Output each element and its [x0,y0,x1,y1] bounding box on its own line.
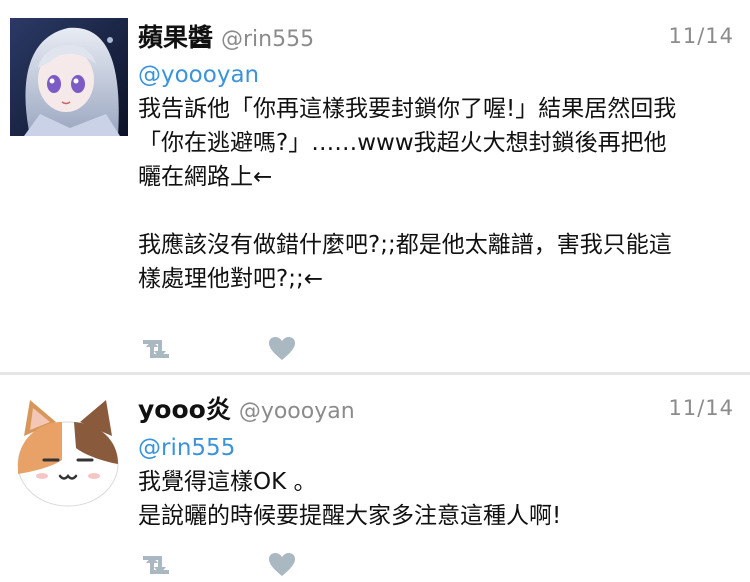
user-handle[interactable]: @yoooyan [239,399,355,424]
tweet-text: @rin555 我覺得這樣OK 。 是說曬的時候要提醒大家多注意這種人啊! [138,431,740,533]
display-name[interactable]: yooo炎 [138,395,231,424]
user-handle[interactable]: @rin555 [221,27,314,52]
tweet-text-line: 我應該沒有做錯什麼吧?;;都是他太離譜，害我只能這 [138,232,672,258]
tweet: yooo炎 @yoooyan 11/14 @rin555 我覺得這樣OK 。 是說… [0,376,750,582]
tweet-text-line [138,194,740,228]
heart-icon[interactable] [268,336,296,362]
anime-girl-avatar[interactable] [10,18,128,136]
tweet-text-line: 曬在網路上← [138,164,273,190]
tweet-header: yooo炎 @yoooyan [138,390,355,426]
mention-link[interactable]: @yoooyan [138,58,740,92]
tweet-text: @yoooyan 我告訴他「你再這樣我要封鎖你了喔!」結果居然回我 「你在逃避嗎… [138,58,740,296]
mention-link[interactable]: @rin555 [138,431,740,465]
tweet-text-line: 是說曬的時候要提醒大家多注意這種人啊! [138,503,562,529]
tweet-date[interactable]: 11/14 [668,24,734,48]
display-name[interactable]: 蘋果醬 [138,23,213,52]
tweet-text-line: 樣處理他對吧?;;← [138,266,323,292]
tweet-text-line: 我覺得這樣OK 。 [138,469,317,495]
tweet-text-line: 我告訴他「你再這樣我要封鎖你了喔!」結果居然回我 [138,96,677,122]
tweet: 蘋果醬 @rin555 11/14 @yoooyan 我告訴他「你再這樣我要封鎖你… [0,0,750,374]
heart-icon[interactable] [268,552,296,578]
tweet-header: 蘋果醬 @rin555 [138,18,314,54]
cat-avatar[interactable] [10,390,126,508]
retweet-icon[interactable] [138,552,174,578]
tweet-text-line: 「你在逃避嗎?」……www我超火大想封鎖後再把他 [138,130,667,156]
tweet-divider [0,372,750,375]
tweet-date[interactable]: 11/14 [668,396,734,420]
retweet-icon[interactable] [138,336,174,362]
